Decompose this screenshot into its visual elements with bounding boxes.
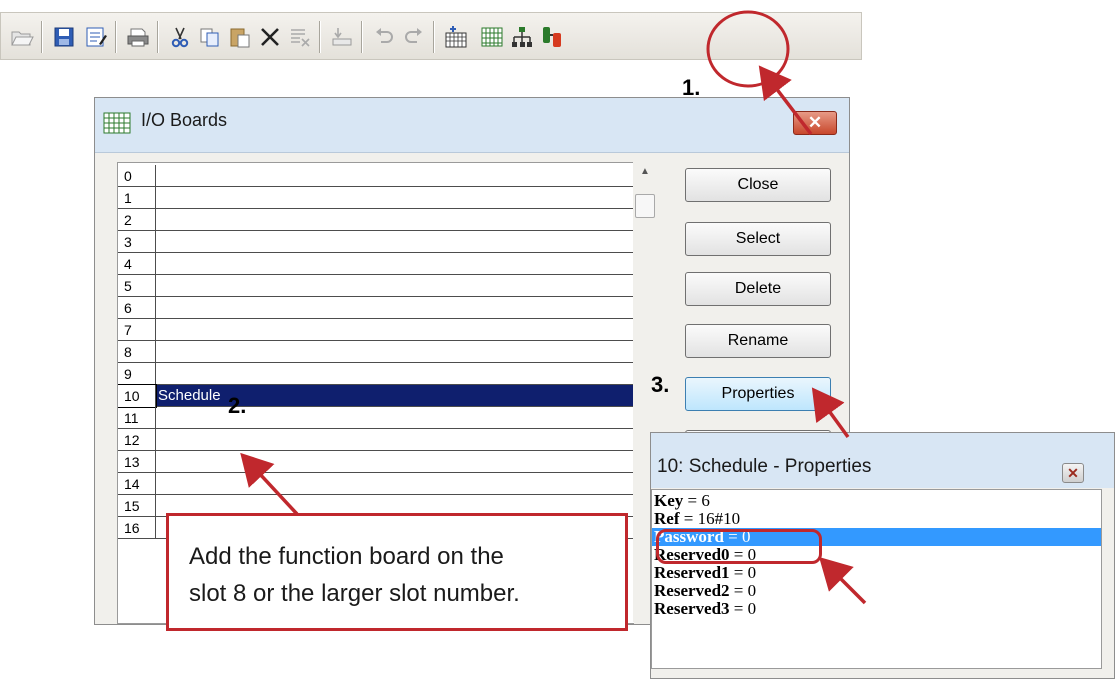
paste-icon[interactable] [225,22,255,52]
properties-title: 10: Schedule - Properties [657,456,872,477]
step-3-label: 3. [651,372,670,397]
step-1-label: 1. [682,75,701,100]
slot-row[interactable]: 11 [118,407,634,429]
add-board-icon[interactable] [441,22,471,52]
property-row[interactable]: Key = 6 [652,492,1101,510]
save-as-icon[interactable] [81,22,111,52]
slot-row[interactable]: 3 [118,231,634,253]
undo-icon[interactable] [369,22,399,52]
slot-number: 4 [118,253,156,275]
callout-line-1: Add the function board on the [189,543,504,570]
copy-icon[interactable] [195,22,225,52]
io-boards-close-button[interactable]: ✕ [793,111,837,135]
slot-row[interactable]: 13 [118,451,634,473]
slot-number: 14 [118,473,156,495]
link-icon[interactable] [537,22,567,52]
close-button[interactable]: Close [685,168,831,202]
slot-row[interactable]: 6 [118,297,634,319]
property-row[interactable]: Reserved1 = 0 [652,564,1101,582]
toolbar [0,12,862,60]
delete-icon[interactable] [255,22,285,52]
select-button[interactable]: Select [685,222,831,256]
save-icon[interactable] [49,22,79,52]
io-boards-icon[interactable] [477,22,507,52]
properties-button[interactable]: Properties [685,377,831,411]
slot-number: 0 [118,165,156,187]
replace-icon[interactable] [285,22,315,52]
slot-row[interactable]: 0 [118,165,634,187]
slot-row[interactable]: 7 [118,319,634,341]
slot-number: 3 [118,231,156,253]
password-highlight [656,529,822,564]
slot-number: 13 [118,451,156,473]
slot-row[interactable]: 14 [118,473,634,495]
property-row[interactable]: Ref = 16#10 [652,510,1101,528]
slot-row[interactable]: 5 [118,275,634,297]
open-icon[interactable] [7,22,37,52]
properties-list[interactable]: Key = 6 Ref = 16#10 Password = 0 Reserved0 … [651,489,1102,669]
io-boards-titlebar: I/O Boards ✕ [95,98,849,153]
cut-icon[interactable] [165,22,195,52]
delete-button[interactable]: Delete [685,272,831,306]
scroll-up-icon[interactable]: ▲ [637,166,653,182]
properties-close-button[interactable]: ✕ [1062,463,1084,483]
slot-row[interactable]: 4 [118,253,634,275]
property-row[interactable]: Reserved2 = 0 [652,582,1101,600]
slot-board-name: Schedule [158,387,221,404]
print-icon[interactable] [123,22,153,52]
slot-number: 16 [118,517,156,539]
redo-icon[interactable] [399,22,429,52]
instruction-callout: Add the function board on the slot 8 or … [166,513,628,631]
slot-number: 11 [118,407,156,429]
slot-number: 7 [118,319,156,341]
network-icon[interactable] [507,22,537,52]
slot-number: 6 [118,297,156,319]
scroll-thumb[interactable] [635,194,655,218]
property-value: 0 [747,563,757,582]
property-value: 6 [701,491,710,510]
slot-row[interactable]: 10 Schedule [118,384,634,408]
slot-row[interactable]: 8 [118,341,634,363]
properties-titlebar: 10: Schedule - Properties ✕ [651,433,1114,488]
property-key: Key [654,491,684,510]
io-boards-title: I/O Boards [141,110,228,130]
slot-number: 15 [118,495,156,517]
slot-number: 5 [118,275,156,297]
slot-number: 8 [118,341,156,363]
rename-button[interactable]: Rename [685,324,831,358]
slot-row[interactable]: 9 [118,363,634,385]
property-key: Reserved2 [654,581,730,600]
property-value: 16#10 [697,509,741,528]
property-key: Reserved1 [654,563,730,582]
slot-number: 10 [118,384,157,408]
property-key: Reserved3 [654,599,730,618]
property-value: 0 [747,581,757,600]
slot-number: 12 [118,429,156,451]
slot-row[interactable]: 1 [118,187,634,209]
property-value: 0 [747,599,757,618]
slot-row[interactable]: 12 [118,429,634,451]
slot-number: 1 [118,187,156,209]
callout-line-2: slot 8 or the larger slot number. [189,580,520,607]
property-row[interactable]: Reserved3 = 0 [652,600,1101,618]
slot-row[interactable]: 2 [118,209,634,231]
property-key: Ref [654,509,680,528]
slot-number: 9 [118,363,156,385]
insert-icon[interactable] [327,22,357,52]
step-2-label: 2. [228,393,247,418]
io-boards-window-icon [103,112,131,139]
slot-number: 2 [118,209,156,231]
